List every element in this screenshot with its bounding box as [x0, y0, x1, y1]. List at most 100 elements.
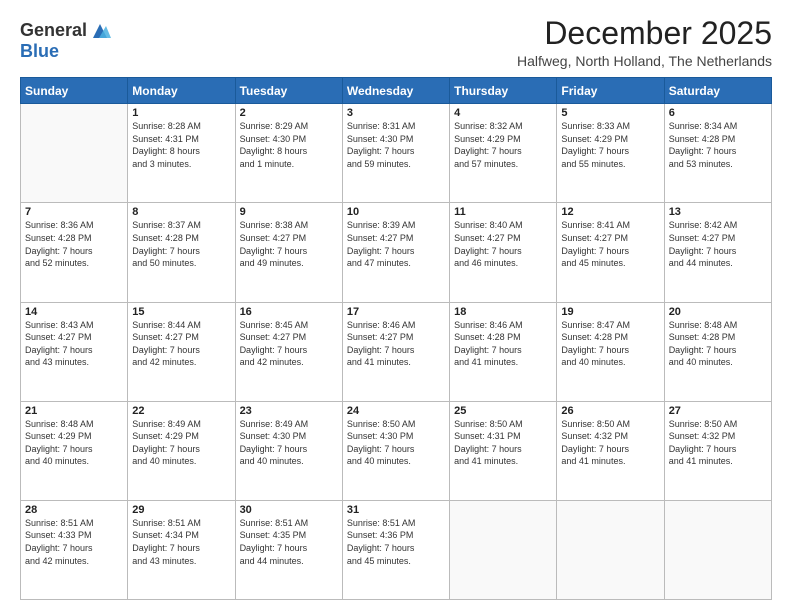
- calendar-cell: [450, 500, 557, 599]
- week-row-5: 28Sunrise: 8:51 AM Sunset: 4:33 PM Dayli…: [21, 500, 772, 599]
- day-number: 19: [561, 306, 659, 318]
- logo-general: General: [20, 21, 87, 41]
- day-number: 2: [240, 107, 338, 119]
- day-detail: Sunrise: 8:40 AM Sunset: 4:27 PM Dayligh…: [454, 219, 552, 269]
- calendar-cell: 5Sunrise: 8:33 AM Sunset: 4:29 PM Daylig…: [557, 104, 664, 203]
- day-number: 6: [669, 107, 767, 119]
- day-detail: Sunrise: 8:43 AM Sunset: 4:27 PM Dayligh…: [25, 319, 123, 369]
- calendar-cell: 28Sunrise: 8:51 AM Sunset: 4:33 PM Dayli…: [21, 500, 128, 599]
- day-number: 30: [240, 504, 338, 516]
- day-number: 5: [561, 107, 659, 119]
- calendar-cell: 30Sunrise: 8:51 AM Sunset: 4:35 PM Dayli…: [235, 500, 342, 599]
- day-number: 24: [347, 405, 445, 417]
- calendar-cell: 11Sunrise: 8:40 AM Sunset: 4:27 PM Dayli…: [450, 203, 557, 302]
- day-number: 23: [240, 405, 338, 417]
- location-subtitle: Halfweg, North Holland, The Netherlands: [517, 53, 772, 69]
- title-block: December 2025 Halfweg, North Holland, Th…: [517, 16, 772, 69]
- week-row-4: 21Sunrise: 8:48 AM Sunset: 4:29 PM Dayli…: [21, 401, 772, 500]
- day-number: 11: [454, 206, 552, 218]
- day-detail: Sunrise: 8:48 AM Sunset: 4:29 PM Dayligh…: [25, 418, 123, 468]
- day-detail: Sunrise: 8:34 AM Sunset: 4:28 PM Dayligh…: [669, 120, 767, 170]
- day-detail: Sunrise: 8:37 AM Sunset: 4:28 PM Dayligh…: [132, 219, 230, 269]
- day-detail: Sunrise: 8:31 AM Sunset: 4:30 PM Dayligh…: [347, 120, 445, 170]
- month-title: December 2025: [517, 16, 772, 51]
- week-row-2: 7Sunrise: 8:36 AM Sunset: 4:28 PM Daylig…: [21, 203, 772, 302]
- day-number: 20: [669, 306, 767, 318]
- calendar-cell: 26Sunrise: 8:50 AM Sunset: 4:32 PM Dayli…: [557, 401, 664, 500]
- day-number: 29: [132, 504, 230, 516]
- calendar-cell: 15Sunrise: 8:44 AM Sunset: 4:27 PM Dayli…: [128, 302, 235, 401]
- day-detail: Sunrise: 8:38 AM Sunset: 4:27 PM Dayligh…: [240, 219, 338, 269]
- day-number: 14: [25, 306, 123, 318]
- day-number: 9: [240, 206, 338, 218]
- calendar-cell: 14Sunrise: 8:43 AM Sunset: 4:27 PM Dayli…: [21, 302, 128, 401]
- calendar-cell: 24Sunrise: 8:50 AM Sunset: 4:30 PM Dayli…: [342, 401, 449, 500]
- weekday-header-monday: Monday: [128, 78, 235, 104]
- day-number: 18: [454, 306, 552, 318]
- day-number: 1: [132, 107, 230, 119]
- calendar-cell: 25Sunrise: 8:50 AM Sunset: 4:31 PM Dayli…: [450, 401, 557, 500]
- day-number: 28: [25, 504, 123, 516]
- day-number: 27: [669, 405, 767, 417]
- logo-icon: [89, 20, 111, 42]
- calendar-cell: 9Sunrise: 8:38 AM Sunset: 4:27 PM Daylig…: [235, 203, 342, 302]
- day-detail: Sunrise: 8:51 AM Sunset: 4:35 PM Dayligh…: [240, 517, 338, 567]
- calendar-cell: 31Sunrise: 8:51 AM Sunset: 4:36 PM Dayli…: [342, 500, 449, 599]
- day-detail: Sunrise: 8:51 AM Sunset: 4:33 PM Dayligh…: [25, 517, 123, 567]
- day-detail: Sunrise: 8:50 AM Sunset: 4:30 PM Dayligh…: [347, 418, 445, 468]
- day-number: 26: [561, 405, 659, 417]
- calendar-cell: [21, 104, 128, 203]
- day-detail: Sunrise: 8:32 AM Sunset: 4:29 PM Dayligh…: [454, 120, 552, 170]
- header: General Blue December 2025 Halfweg, Nort…: [20, 16, 772, 69]
- logo: General Blue: [20, 20, 111, 62]
- calendar-cell: 20Sunrise: 8:48 AM Sunset: 4:28 PM Dayli…: [664, 302, 771, 401]
- calendar-cell: 27Sunrise: 8:50 AM Sunset: 4:32 PM Dayli…: [664, 401, 771, 500]
- weekday-header-thursday: Thursday: [450, 78, 557, 104]
- day-number: 13: [669, 206, 767, 218]
- day-detail: Sunrise: 8:48 AM Sunset: 4:28 PM Dayligh…: [669, 319, 767, 369]
- day-detail: Sunrise: 8:41 AM Sunset: 4:27 PM Dayligh…: [561, 219, 659, 269]
- day-detail: Sunrise: 8:51 AM Sunset: 4:36 PM Dayligh…: [347, 517, 445, 567]
- logo-blue: Blue: [20, 42, 111, 62]
- day-detail: Sunrise: 8:50 AM Sunset: 4:31 PM Dayligh…: [454, 418, 552, 468]
- calendar-cell: 4Sunrise: 8:32 AM Sunset: 4:29 PM Daylig…: [450, 104, 557, 203]
- day-number: 31: [347, 504, 445, 516]
- day-number: 16: [240, 306, 338, 318]
- day-detail: Sunrise: 8:42 AM Sunset: 4:27 PM Dayligh…: [669, 219, 767, 269]
- calendar-cell: 7Sunrise: 8:36 AM Sunset: 4:28 PM Daylig…: [21, 203, 128, 302]
- weekday-header-row: SundayMondayTuesdayWednesdayThursdayFrid…: [21, 78, 772, 104]
- calendar-cell: [664, 500, 771, 599]
- calendar-cell: 16Sunrise: 8:45 AM Sunset: 4:27 PM Dayli…: [235, 302, 342, 401]
- day-detail: Sunrise: 8:44 AM Sunset: 4:27 PM Dayligh…: [132, 319, 230, 369]
- day-number: 7: [25, 206, 123, 218]
- day-detail: Sunrise: 8:36 AM Sunset: 4:28 PM Dayligh…: [25, 219, 123, 269]
- day-detail: Sunrise: 8:29 AM Sunset: 4:30 PM Dayligh…: [240, 120, 338, 170]
- calendar-cell: 10Sunrise: 8:39 AM Sunset: 4:27 PM Dayli…: [342, 203, 449, 302]
- day-number: 17: [347, 306, 445, 318]
- day-number: 8: [132, 206, 230, 218]
- day-detail: Sunrise: 8:47 AM Sunset: 4:28 PM Dayligh…: [561, 319, 659, 369]
- day-detail: Sunrise: 8:45 AM Sunset: 4:27 PM Dayligh…: [240, 319, 338, 369]
- day-detail: Sunrise: 8:39 AM Sunset: 4:27 PM Dayligh…: [347, 219, 445, 269]
- day-number: 10: [347, 206, 445, 218]
- day-number: 25: [454, 405, 552, 417]
- calendar-cell: 1Sunrise: 8:28 AM Sunset: 4:31 PM Daylig…: [128, 104, 235, 203]
- weekday-header-saturday: Saturday: [664, 78, 771, 104]
- day-detail: Sunrise: 8:50 AM Sunset: 4:32 PM Dayligh…: [561, 418, 659, 468]
- calendar-cell: 13Sunrise: 8:42 AM Sunset: 4:27 PM Dayli…: [664, 203, 771, 302]
- weekday-header-friday: Friday: [557, 78, 664, 104]
- calendar: SundayMondayTuesdayWednesdayThursdayFrid…: [20, 77, 772, 600]
- weekday-header-sunday: Sunday: [21, 78, 128, 104]
- weekday-header-tuesday: Tuesday: [235, 78, 342, 104]
- calendar-cell: 23Sunrise: 8:49 AM Sunset: 4:30 PM Dayli…: [235, 401, 342, 500]
- calendar-cell: 18Sunrise: 8:46 AM Sunset: 4:28 PM Dayli…: [450, 302, 557, 401]
- day-detail: Sunrise: 8:46 AM Sunset: 4:28 PM Dayligh…: [454, 319, 552, 369]
- day-detail: Sunrise: 8:28 AM Sunset: 4:31 PM Dayligh…: [132, 120, 230, 170]
- day-number: 22: [132, 405, 230, 417]
- calendar-cell: 21Sunrise: 8:48 AM Sunset: 4:29 PM Dayli…: [21, 401, 128, 500]
- calendar-cell: [557, 500, 664, 599]
- day-number: 21: [25, 405, 123, 417]
- day-detail: Sunrise: 8:46 AM Sunset: 4:27 PM Dayligh…: [347, 319, 445, 369]
- week-row-1: 1Sunrise: 8:28 AM Sunset: 4:31 PM Daylig…: [21, 104, 772, 203]
- calendar-cell: 12Sunrise: 8:41 AM Sunset: 4:27 PM Dayli…: [557, 203, 664, 302]
